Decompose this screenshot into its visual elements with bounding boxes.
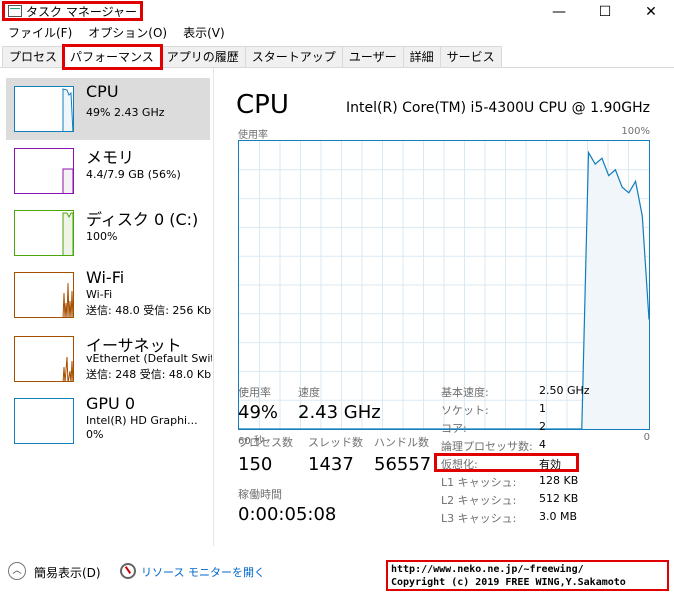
menu-bar: ファイル(F) オプション(O) 表示(V) bbox=[0, 24, 233, 42]
l3-cache-value: 3.0 MB bbox=[539, 510, 578, 523]
tab-startup[interactable]: スタートアップ bbox=[245, 46, 343, 68]
window-title: タスク マネージャー bbox=[26, 4, 137, 19]
disk-mini-graph bbox=[62, 212, 73, 255]
logical-processors-value: 4 bbox=[539, 438, 546, 451]
footer-bar: ︿ 簡易表示(D) リソース モニターを開く http://www.neko.n… bbox=[0, 552, 674, 597]
graph-label-zero: 0 bbox=[643, 432, 650, 443]
virtualization-value: 有効 bbox=[539, 458, 561, 471]
tab-processes[interactable]: プロセス bbox=[2, 46, 65, 68]
base-speed-value: 2.50 GHz bbox=[539, 384, 590, 397]
sidebar-item-disk[interactable]: ディスク 0 (C:) 100% bbox=[6, 202, 210, 264]
memory-thumbnail bbox=[14, 148, 74, 194]
sidebar-item-cpu[interactable]: CPU 49% 2.43 GHz bbox=[6, 78, 210, 140]
sidebar-wifi-name: Wi-Fi bbox=[86, 268, 125, 287]
open-resource-monitor-link[interactable]: リソース モニターを開く bbox=[141, 564, 265, 580]
wifi-mini-graph bbox=[62, 282, 73, 317]
sidebar-disk-line1: 100% bbox=[86, 230, 118, 243]
l2-cache-label: L2 キャッシュ: bbox=[441, 494, 517, 507]
speed-label: 速度 bbox=[298, 386, 320, 399]
fewer-details-link[interactable]: 簡易表示(D) bbox=[34, 564, 101, 581]
l1-cache-value: 128 KB bbox=[539, 474, 579, 487]
cores-value: 2 bbox=[539, 420, 546, 433]
uptime-value: 0:00:05:08 bbox=[238, 504, 337, 525]
uptime-label: 稼働時間 bbox=[238, 488, 282, 501]
cores-label: コア: bbox=[441, 422, 467, 435]
tab-strip: プロセス パフォーマンス アプリの履歴 スタートアップ ユーザー 詳細 サービス bbox=[2, 44, 502, 70]
tab-app-history[interactable]: アプリの履歴 bbox=[160, 46, 246, 68]
page-title: CPU bbox=[236, 90, 289, 120]
tab-users[interactable]: ユーザー bbox=[342, 46, 404, 68]
usage-label: 使用率 bbox=[238, 386, 271, 399]
processes-label: プロセス数 bbox=[238, 436, 293, 449]
processes-value: 150 bbox=[238, 454, 273, 475]
close-button[interactable]: ✕ bbox=[628, 0, 674, 24]
sidebar-wifi-line1: Wi-Fi bbox=[86, 288, 113, 301]
sidebar-wifi-line2: 送信: 48.0 受信: 256 Kbps bbox=[86, 304, 212, 317]
memory-mini-graph bbox=[62, 168, 73, 193]
speed-value: 2.43 GHz bbox=[298, 402, 381, 423]
l1-cache-label: L1 キャッシュ: bbox=[441, 476, 517, 489]
sidebar-gpu-line1: Intel(R) HD Graphi... bbox=[86, 414, 198, 427]
sockets-label: ソケット: bbox=[441, 404, 489, 417]
tab-details[interactable]: 詳細 bbox=[403, 46, 441, 68]
sidebar-item-wifi[interactable]: Wi-Fi Wi-Fi 送信: 48.0 受信: 256 Kbps bbox=[6, 264, 212, 326]
logical-processors-label: 論理プロセッサ数: bbox=[441, 440, 533, 453]
resource-sidebar: CPU 49% 2.43 GHz メモリ 4.4/7.9 GB (56%) ディ… bbox=[0, 68, 214, 546]
sidebar-gpu-line2: 0% bbox=[86, 428, 104, 441]
base-speed-label: 基本速度: bbox=[441, 386, 489, 399]
menu-view[interactable]: 表示(V) bbox=[175, 24, 233, 42]
graph-label-usage: 使用率 bbox=[238, 130, 268, 141]
sidebar-ethernet-line2: 送信: 248 受信: 48.0 Kbps bbox=[86, 368, 212, 381]
sidebar-disk-name: ディスク 0 (C:) bbox=[86, 210, 199, 229]
cpu-mini-graph bbox=[62, 88, 73, 131]
sidebar-cpu-name: CPU bbox=[86, 82, 119, 101]
sidebar-gpu-name: GPU 0 bbox=[86, 394, 136, 413]
l3-cache-label: L3 キャッシュ: bbox=[441, 512, 517, 525]
threads-value: 1437 bbox=[308, 454, 354, 475]
sidebar-memory-name: メモリ bbox=[86, 148, 135, 167]
resource-monitor-icon[interactable] bbox=[120, 563, 136, 579]
task-manager-icon bbox=[8, 5, 22, 17]
sidebar-memory-line1: 4.4/7.9 GB (56%) bbox=[86, 168, 181, 181]
handles-label: ハンドル数 bbox=[374, 436, 429, 449]
threads-label: スレッド数 bbox=[308, 436, 363, 449]
sidebar-cpu-line1: 49% 2.43 GHz bbox=[86, 106, 165, 119]
handles-value: 56557 bbox=[374, 454, 432, 475]
sockets-value: 1 bbox=[539, 402, 546, 415]
title-bar: タスク マネージャー — ☐ ✕ bbox=[0, 0, 674, 24]
menu-options[interactable]: オプション(O) bbox=[80, 24, 175, 42]
ethernet-mini-graph bbox=[62, 356, 73, 381]
virtualization-label: 仮想化: bbox=[441, 458, 478, 471]
gpu-thumbnail bbox=[14, 398, 74, 444]
tab-services[interactable]: サービス bbox=[440, 46, 502, 68]
sidebar-ethernet-line1: vEthernet (Default Switch) bbox=[86, 352, 212, 365]
ethernet-thumbnail bbox=[14, 336, 74, 382]
credit-copyright: Copyright (c) 2019 FREE WING,Y.Sakamoto bbox=[391, 577, 626, 588]
wifi-thumbnail bbox=[14, 272, 74, 318]
graph-label-max: 100% bbox=[621, 126, 650, 137]
cpu-detail-panel: CPU Intel(R) Core(TM) i5-4300U CPU @ 1.9… bbox=[216, 68, 674, 546]
minimize-button[interactable]: — bbox=[536, 0, 582, 24]
sidebar-item-gpu[interactable]: GPU 0 Intel(R) HD Graphi... 0% bbox=[6, 390, 210, 452]
disk-thumbnail bbox=[14, 210, 74, 256]
cpu-model-name: Intel(R) Core(TM) i5-4300U CPU @ 1.90GHz bbox=[346, 100, 650, 116]
tab-performance[interactable]: パフォーマンス bbox=[62, 44, 163, 70]
chevron-up-icon[interactable]: ︿ bbox=[8, 562, 26, 580]
title-highlight: タスク マネージャー bbox=[2, 1, 143, 21]
usage-value: 49% bbox=[238, 402, 279, 423]
menu-file[interactable]: ファイル(F) bbox=[0, 24, 80, 42]
copyright-notice: http://www.neko.ne.jp/~freewing/ Copyrig… bbox=[386, 560, 669, 591]
sidebar-item-ethernet[interactable]: イーサネット vEthernet (Default Switch) 送信: 24… bbox=[6, 328, 212, 390]
credit-url: http://www.neko.ne.jp/~freewing/ bbox=[391, 564, 584, 575]
maximize-button[interactable]: ☐ bbox=[582, 0, 628, 24]
sidebar-item-memory[interactable]: メモリ 4.4/7.9 GB (56%) bbox=[6, 140, 210, 202]
l2-cache-value: 512 KB bbox=[539, 492, 579, 505]
cpu-thumbnail bbox=[14, 86, 74, 132]
